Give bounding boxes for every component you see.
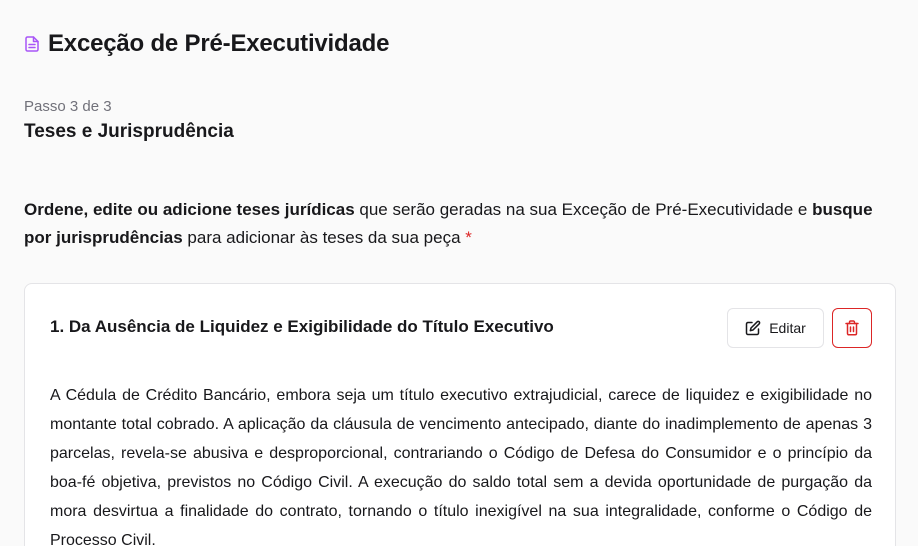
pencil-square-icon (745, 320, 761, 336)
instructions-bold-1: Ordene, edite ou adicione teses jurídica… (24, 200, 355, 219)
thesis-body: A Cédula de Crédito Bancário, embora sej… (50, 387, 872, 546)
instructions-text-2: que serão geradas na sua Exceção de Pré-… (354, 200, 813, 219)
step-indicator: Passo 3 de 3 (24, 98, 112, 115)
thesis-card: 1. Da Ausência de Liquidez e Exigibilida… (24, 283, 896, 546)
step-title: Teses e Jurisprudência (24, 121, 234, 142)
instructions-text: Ordene, edite ou adicione teses jurídica… (24, 196, 894, 252)
instructions-text-4: para adicionar às teses da sua peça (182, 228, 461, 247)
page: Exceção de Pré-Executividade Passo 3 de … (0, 0, 918, 546)
document-icon (24, 36, 40, 52)
edit-button-label: Editar (769, 320, 806, 336)
trash-icon (845, 320, 859, 336)
thesis-title: 1. Da Ausência de Liquidez e Exigibilida… (50, 317, 554, 336)
page-header: Exceção de Pré-Executividade (24, 30, 389, 58)
edit-button[interactable]: Editar (727, 308, 824, 348)
required-asterisk: * (460, 228, 472, 247)
delete-button[interactable] (832, 308, 872, 348)
page-title: Exceção de Pré-Executividade (48, 30, 390, 57)
